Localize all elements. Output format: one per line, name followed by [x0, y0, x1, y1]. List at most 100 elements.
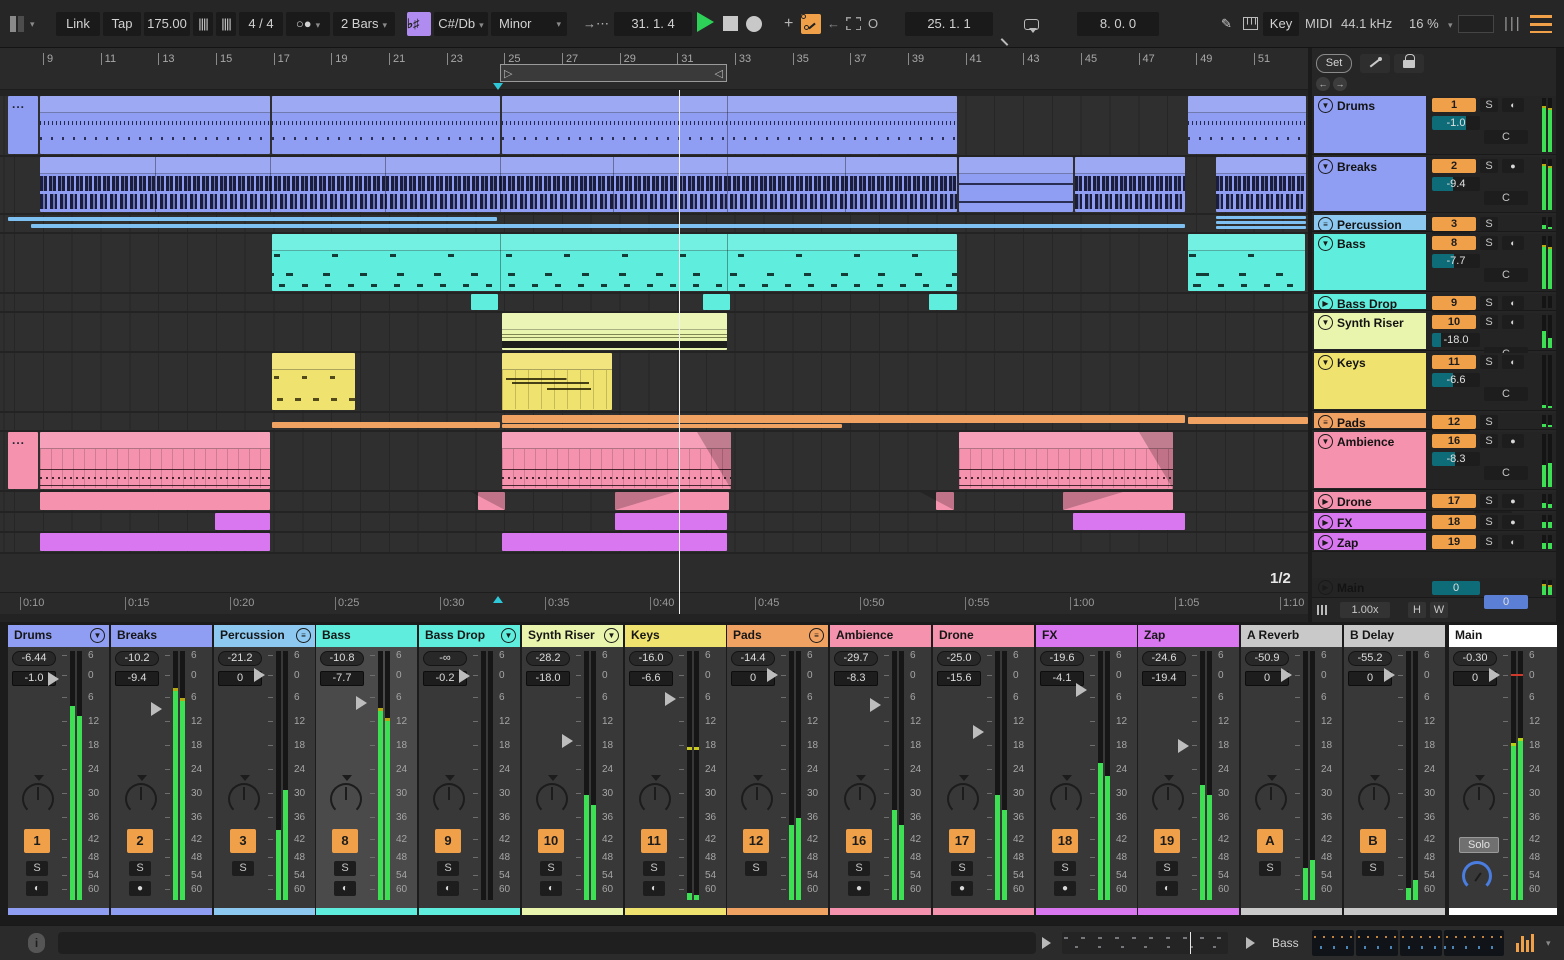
track-fold-icon[interactable]: ▼: [1318, 98, 1333, 113]
solo-button[interactable]: S: [1480, 355, 1498, 369]
solo-button[interactable]: S: [1480, 236, 1498, 250]
mixer-strip-header[interactable]: Bass Drop ▼: [419, 625, 520, 647]
arm-monitor-icon[interactable]: ●: [1502, 434, 1524, 448]
zoom-height-button[interactable]: H: [1408, 602, 1426, 618]
track-name-area[interactable]: ▶ Main: [1314, 578, 1426, 596]
track-number-box[interactable]: 2: [1432, 159, 1476, 173]
clip-drums[interactable]: [40, 96, 270, 154]
clip-zap[interactable]: [40, 533, 270, 551]
arm-monitor-icon[interactable]: ●: [1054, 881, 1076, 896]
solo-button[interactable]: S: [26, 861, 48, 876]
fader-handle[interactable]: [1178, 739, 1189, 754]
peak-level-pill[interactable]: -21.2: [218, 651, 262, 666]
pan-knob[interactable]: [1048, 775, 1086, 819]
track-header-drums[interactable]: ▼Drums1S◐-1.0C-52.8-∞: [1312, 96, 1556, 188]
pan-knob[interactable]: [1461, 775, 1499, 819]
track-fold-icon[interactable]: ≡: [1318, 415, 1333, 430]
track-name-area[interactable]: ▶ Drone: [1314, 492, 1426, 509]
track-fold-icon[interactable]: ▼: [1318, 236, 1333, 251]
clip-fx[interactable]: [615, 513, 727, 530]
window-options-icon[interactable]: ▾: [10, 12, 35, 36]
mixer-strip-ambience[interactable]: Ambience -29.7 -8.3 6 0 6 12 18 24 30 36 42 48 54 60 16…: [830, 625, 931, 915]
draw-frame-icon[interactable]: [846, 12, 861, 36]
volume-value-field[interactable]: -7.7: [320, 671, 364, 686]
mixer-strip-zap[interactable]: Zap -24.6 -19.4 6 0 6 12 18 24 30 36 42 48 54 60 19 S ◐: [1138, 625, 1239, 915]
clip-drone[interactable]: [471, 492, 505, 510]
track-header-ambience[interactable]: ▼Ambience16S●-8.3C-∞-∞: [1312, 432, 1556, 524]
peak-level-pill[interactable]: -∞: [423, 651, 467, 666]
midi-map-button[interactable]: MIDI: [1305, 12, 1332, 36]
cpu-caret-icon[interactable]: ▾: [1444, 12, 1453, 36]
solo-button[interactable]: S: [1054, 861, 1076, 876]
volume-value-field[interactable]: -9.4: [115, 671, 159, 686]
peak-level-pill[interactable]: -16.0: [629, 651, 673, 666]
locator-marker-icon[interactable]: [493, 83, 503, 90]
clip-bass-drop[interactable]: [703, 294, 730, 310]
track-name-area[interactable]: ▼ Synth Riser: [1314, 313, 1426, 349]
track-name-area[interactable]: ▼ Drums: [1314, 96, 1426, 153]
time-ruler[interactable]: 0:10 0:15 0:20 0:25 0:30 0:35 0:40 0:45 0:50 0:55…: [0, 592, 1308, 614]
fader-handle[interactable]: [48, 671, 59, 686]
mixer-fold-icon[interactable]: ≡: [296, 628, 311, 643]
clip-bass[interactable]: [272, 234, 957, 291]
add-track-icon[interactable]: +: [784, 12, 793, 36]
main-solo-button[interactable]: Solo: [1459, 837, 1499, 853]
fader-handle[interactable]: [870, 698, 881, 713]
punch-o-icon[interactable]: O: [868, 12, 878, 36]
fader-handle[interactable]: [1384, 668, 1395, 682]
solo-button[interactable]: S: [540, 861, 562, 876]
solo-button[interactable]: S: [643, 861, 665, 876]
computer-midi-keyboard-icon[interactable]: [1243, 12, 1258, 36]
peak-level-pill[interactable]: -24.6: [1142, 651, 1186, 666]
solo-button[interactable]: S: [848, 861, 870, 876]
track-number-box[interactable]: B: [1360, 829, 1386, 853]
track-name-area[interactable]: ▼ Bass: [1314, 234, 1426, 290]
arm-monitor-icon[interactable]: ◐: [1502, 236, 1524, 250]
track-fold-icon[interactable]: ▼: [1318, 315, 1333, 330]
key-signature-toggle[interactable]: ♭♯: [407, 12, 431, 36]
track-pan-field[interactable]: C: [1484, 466, 1528, 480]
track-number-box[interactable]: 19: [1432, 535, 1476, 549]
scrub-marker-icon[interactable]: [493, 596, 503, 603]
fader-handle[interactable]: [459, 668, 470, 683]
clip-drone[interactable]: [40, 492, 270, 510]
mixer-strip-header[interactable]: Drums ▼: [8, 625, 109, 647]
track-name-area[interactable]: ≡ Percussion: [1314, 215, 1426, 232]
mixer-strip-header[interactable]: Percussion ≡: [214, 625, 315, 647]
track-pan-field[interactable]: C: [1484, 130, 1528, 144]
solo-button[interactable]: S: [1480, 315, 1498, 329]
solo-button[interactable]: S: [1156, 861, 1178, 876]
mixer-strip-synth-riser[interactable]: Synth Riser ▼ -28.2 -18.0 6 0 6 12 18 24 30 36 42 48 5…: [522, 625, 623, 915]
volume-value-field[interactable]: -8.3: [834, 671, 878, 686]
peak-level-pill[interactable]: -6.44: [12, 651, 56, 666]
track-pan-field[interactable]: C: [1484, 268, 1528, 282]
track-header-bass-drop[interactable]: ▶ Bass Drop 9 S ◐: [1312, 294, 1556, 311]
clip-fx[interactable]: [215, 513, 270, 530]
track-header-synth-riser[interactable]: ▼Synth Riser10S◐-18.0C: [1312, 313, 1556, 361]
tap-tempo-button[interactable]: Tap: [103, 12, 141, 36]
analyzer-caret-icon[interactable]: ▾: [1546, 938, 1551, 949]
clip-pads[interactable]: [502, 415, 1185, 423]
clip-pads[interactable]: [502, 424, 842, 428]
record-button[interactable]: [746, 12, 762, 36]
arm-monitor-icon[interactable]: ●: [1502, 494, 1524, 508]
track-pan-field[interactable]: C: [1484, 387, 1528, 401]
automation-mode-icon[interactable]: [801, 14, 821, 34]
clip-drums[interactable]: [1188, 96, 1306, 154]
clip-pads[interactable]: [1188, 417, 1308, 424]
track-number-box[interactable]: 12: [1432, 415, 1476, 429]
volume-value-field[interactable]: -15.6: [937, 671, 981, 686]
stop-button[interactable]: [723, 12, 738, 36]
mixer-strip-header[interactable]: Drone: [933, 625, 1034, 647]
clip-percussion[interactable]: [8, 217, 497, 221]
clip-synth-riser[interactable]: [502, 313, 727, 350]
mixer-strip-bass-drop[interactable]: Bass Drop ▼ -∞ -0.2 6 0 6 12 18 24 30 36 42 48 54 60 9 S ◐: [419, 625, 520, 915]
key-map-button[interactable]: Key: [1263, 12, 1299, 36]
pane-toggle-icon[interactable]: |||: [1504, 12, 1522, 36]
draw-mode-pencil-icon[interactable]: ✎: [1221, 12, 1232, 36]
peak-level-pill[interactable]: -14.4: [731, 651, 775, 666]
mixer-strip-header[interactable]: Pads ≡: [727, 625, 828, 647]
track-header-zap[interactable]: ▶ Zap 19 S ◐: [1312, 533, 1556, 552]
track-number-box[interactable]: 1: [1432, 98, 1476, 112]
track-volume-field[interactable]: -18.0: [1432, 333, 1480, 347]
